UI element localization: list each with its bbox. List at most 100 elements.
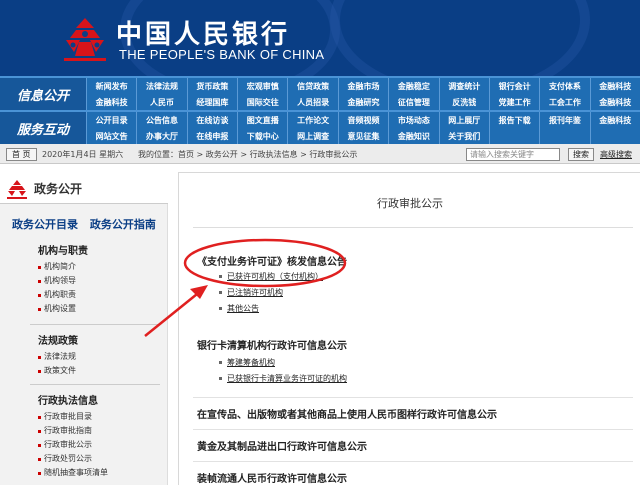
nav-item[interactable]: 网站文告: [86, 128, 136, 144]
nav-item[interactable]: 音频视频: [337, 112, 388, 128]
sidebar-group-enforcement: 行政执法信息 行政审批目录 行政审批指南 行政审批公示 行政处罚公示 随机抽查事…: [38, 392, 108, 480]
nav-section-label: 信息公开: [0, 78, 86, 110]
nav-item[interactable]: 经理国库: [186, 94, 237, 110]
sidebar-item[interactable]: 行政审批目录: [38, 410, 108, 424]
nav-item[interactable]: 关于我们: [438, 128, 489, 144]
nav-grid: 新闻发布 法律法规 货币政策 宏观审慎 信贷政策 金融市场 金融稳定 调查统计 银行会计 支付体系…: [86, 78, 640, 110]
search-button[interactable]: 搜索: [568, 148, 594, 161]
nav-item[interactable]: 公告信息: [136, 112, 186, 128]
sidebar-item[interactable]: 行政处罚公示: [38, 452, 108, 466]
list-item-licensed-clearing-institutions[interactable]: 已获银行卡清算业务许可证的机构: [219, 373, 347, 384]
nav-item[interactable]: 报告下载: [488, 112, 539, 128]
sidebar-item-label: 政策文件: [44, 366, 76, 375]
nav-info-disclosure: 信息公开 新闻发布 法律法规 货币政策 宏观审慎 信贷政策 金融市场 金融稳定 调查统计 银行会…: [0, 76, 640, 110]
bullet-icon: [38, 369, 41, 373]
nav-item[interactable]: 报刊年鉴: [539, 112, 589, 128]
nav-item[interactable]: 网上调查: [287, 128, 337, 144]
nav-item[interactable]: 新闻发布: [86, 78, 136, 94]
bullet-icon: [219, 275, 222, 278]
nav-item[interactable]: 信贷政策: [287, 78, 337, 94]
bullet-icon: [38, 265, 41, 269]
section-payment-license[interactable]: 《支付业务许可证》核发信息公告: [197, 253, 347, 268]
divider: [30, 324, 160, 325]
nav-item[interactable]: 网上展厅: [438, 112, 489, 128]
nav-item[interactable]: 图文直播: [237, 112, 287, 128]
nav-item[interactable]: 金融科技: [589, 94, 640, 110]
site-header: 中国人民银行 THE PEOPLE'S BANK OF CHINA: [0, 0, 640, 76]
nav-item[interactable]: [589, 128, 640, 144]
list-item-licensed-payment-institutions[interactable]: 已获许可机构（支付机构）: [219, 271, 323, 282]
nav-item[interactable]: 调查统计: [438, 78, 489, 94]
nav-item[interactable]: 国际交往: [237, 94, 287, 110]
gov-affairs-catalog-link[interactable]: 政务公开目录: [12, 218, 78, 231]
nav-item[interactable]: 党建工作: [488, 94, 539, 110]
bullet-icon: [38, 457, 41, 461]
section-gold-import-export[interactable]: 黄金及其制品进出口行政许可信息公示: [197, 438, 367, 453]
nav-item[interactable]: 银行会计: [488, 78, 539, 94]
nav-item[interactable]: 金融科技: [589, 112, 640, 128]
section-rmb-image-usage[interactable]: 在宣传品、出版物或者其他商品上使用人民币图样行政许可信息公示: [197, 406, 497, 421]
nav-item[interactable]: 法律法规: [136, 78, 186, 94]
sidebar-item[interactable]: 机构设置: [38, 302, 88, 316]
sidebar-item-label: 机构职责: [44, 290, 76, 299]
nav-item[interactable]: 金融科技: [589, 78, 640, 94]
nav-item[interactable]: 反洗钱: [438, 94, 489, 110]
sidebar-item-label: 行政审批目录: [44, 412, 92, 421]
section-bound-currency[interactable]: 装帧流通人民币行政许可信息公示: [197, 470, 347, 485]
sidebar-group-title: 法规政策: [38, 336, 78, 347]
section-card-clearing[interactable]: 银行卡清算机构行政许可信息公示: [197, 337, 347, 352]
site-title-cn: 中国人民银行: [116, 20, 291, 50]
sidebar-item[interactable]: 机构领导: [38, 274, 88, 288]
bullet-icon: [219, 307, 222, 310]
list-item-other-announcements[interactable]: 其他公告: [219, 303, 259, 314]
divider: [193, 227, 633, 228]
advanced-search-link[interactable]: 高级搜索: [600, 149, 632, 160]
nav-item[interactable]: 支付体系: [539, 78, 589, 94]
nav-item[interactable]: 宏观审慎: [237, 78, 287, 94]
list-item-preparatory-institutions[interactable]: 筹建筹备机构: [219, 357, 275, 368]
sidebar-item[interactable]: 行政审批指南: [38, 424, 108, 438]
nav-item[interactable]: 征信管理: [388, 94, 438, 110]
nav-item[interactable]: 办事大厅: [136, 128, 186, 144]
nav-item[interactable]: 金融稳定: [388, 78, 438, 94]
home-button[interactable]: 首 页: [6, 148, 37, 161]
nav-item[interactable]: 工会工作: [539, 94, 589, 110]
nav-item[interactable]: 货币政策: [186, 78, 237, 94]
list-item-label: 已获许可机构（支付机构）: [227, 272, 323, 281]
sidebar-item[interactable]: 随机抽查事项清单: [38, 466, 108, 480]
nav-item[interactable]: 市场动态: [388, 112, 438, 128]
list-item-label: 已获银行卡清算业务许可证的机构: [227, 374, 347, 383]
nav-item[interactable]: 金融知识: [388, 128, 438, 144]
nav-item[interactable]: [488, 128, 539, 144]
sidebar-item[interactable]: 行政审批公示: [38, 438, 108, 452]
gov-affairs-guide-link[interactable]: 政务公开指南: [90, 218, 156, 231]
nav-item[interactable]: 在线申报: [186, 128, 237, 144]
nav-item[interactable]: 下载中心: [237, 128, 287, 144]
nav-item[interactable]: 意见征集: [337, 128, 388, 144]
sidebar-item-label: 行政审批公示: [44, 440, 92, 449]
sidebar-item[interactable]: 政策文件: [38, 364, 78, 378]
pboc-emblem-icon: [7, 180, 27, 199]
bullet-icon: [38, 429, 41, 433]
nav-item[interactable]: 工作论文: [287, 112, 337, 128]
nav-item[interactable]: 公开目录: [86, 112, 136, 128]
nav-item[interactable]: 人民币: [136, 94, 186, 110]
sidebar-item-label: 机构领导: [44, 276, 76, 285]
nav-item[interactable]: 金融科技: [86, 94, 136, 110]
list-item-label: 其他公告: [227, 304, 259, 313]
pboc-logo-icon[interactable]: [62, 16, 108, 62]
nav-item[interactable]: 金融研究: [337, 94, 388, 110]
divider: [193, 429, 633, 430]
list-item-revoked-institutions[interactable]: 已注销许可机构: [219, 287, 283, 298]
nav-item[interactable]: 人员招录: [287, 94, 337, 110]
bullet-icon: [38, 443, 41, 447]
nav-item[interactable]: 在线访谈: [186, 112, 237, 128]
current-date: 2020年1月4日 星期六: [42, 150, 124, 159]
sidebar-item[interactable]: 机构简介: [38, 260, 88, 274]
sidebar-item[interactable]: 机构职责: [38, 288, 88, 302]
sidebar-item[interactable]: 法律法规: [38, 350, 78, 364]
nav-item[interactable]: 金融市场: [337, 78, 388, 94]
header-decoration: [330, 0, 590, 76]
search-input[interactable]: 请输入搜索关键字: [466, 148, 560, 161]
nav-item[interactable]: [539, 128, 589, 144]
